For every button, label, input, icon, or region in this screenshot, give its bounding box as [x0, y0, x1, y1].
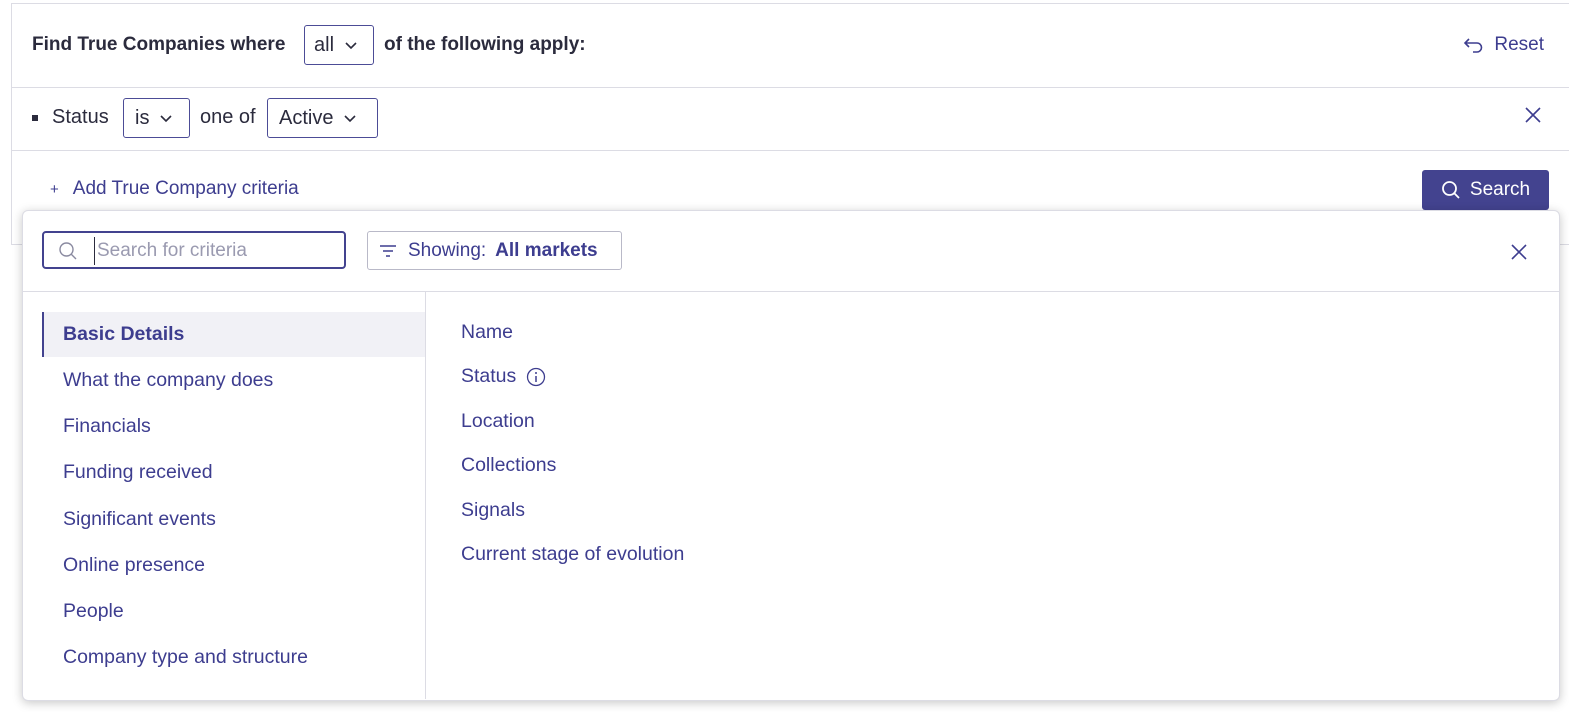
criteria-builder: Find True Companies where all of the fol…	[11, 3, 1569, 245]
criteria-picker-header: Showing: All markets	[23, 211, 1559, 292]
status-value-select[interactable]: Active	[267, 98, 378, 138]
criteria-search-field[interactable]	[42, 231, 346, 269]
search-button[interactable]: Search	[1422, 170, 1549, 210]
criteria-item-name[interactable]: Name	[461, 321, 513, 344]
category-financials[interactable]: Financials	[42, 404, 425, 449]
category-significant-events[interactable]: Significant events	[42, 497, 425, 542]
category-online-presence[interactable]: Online presence	[42, 543, 425, 588]
operator-select[interactable]: is	[123, 98, 190, 138]
filter-icon	[380, 244, 396, 257]
category-basic-details[interactable]: Basic Details	[42, 312, 425, 357]
category-what-the-company-does[interactable]: What the company does	[42, 358, 425, 403]
criteria-row-status: Status is one of Active	[12, 88, 1569, 151]
reset-label: Reset	[1494, 34, 1544, 55]
criteria-item-location[interactable]: Location	[461, 410, 535, 433]
category-funding-received[interactable]: Funding received	[42, 450, 425, 495]
close-panel-close-icon[interactable]	[1510, 243, 1528, 261]
match-mode-value: all	[314, 33, 335, 56]
category-label: Financials	[63, 415, 151, 437]
remove-criteria-close-icon[interactable]	[1524, 106, 1542, 124]
market-filter-button[interactable]: Showing: All markets	[367, 231, 622, 270]
reset-button[interactable]: Reset	[1462, 34, 1544, 56]
chevron-down-icon	[160, 115, 173, 123]
category-label: Significant events	[63, 508, 216, 530]
criteria-picker-panel: Showing: All markets Basic Details What …	[22, 210, 1560, 701]
criteria-item-label: Location	[461, 410, 535, 432]
criteria-item-current-stage-of-evolution[interactable]: Current stage of evolution	[461, 543, 684, 566]
category-label: Basic Details	[63, 323, 185, 345]
category-people[interactable]: People	[42, 589, 425, 634]
category-label: Company type and structure	[63, 646, 308, 668]
category-label: What the company does	[63, 369, 274, 391]
category-label: Funding received	[63, 461, 213, 483]
category-list: Basic Details What the company does Fina…	[23, 292, 426, 699]
info-icon[interactable]	[526, 367, 546, 387]
connector-label: one of	[200, 106, 256, 128]
search-icon	[59, 242, 77, 260]
criteria-field-label: Status	[52, 106, 109, 128]
criteria-item-label: Collections	[461, 454, 557, 476]
find-prefix-label: Find True Companies where	[32, 34, 286, 55]
category-label: People	[63, 600, 124, 622]
find-suffix-label: of the following apply:	[384, 34, 586, 55]
criteria-item-label: Status	[461, 365, 517, 387]
search-icon	[1441, 181, 1460, 199]
criteria-bullet	[32, 115, 38, 121]
filter-prefix-label: Showing:	[408, 239, 487, 261]
chevron-down-icon	[345, 42, 357, 50]
category-label: Online presence	[63, 554, 206, 576]
add-criteria-button[interactable]: + Add True Company criteria	[50, 178, 299, 200]
category-company-type-and-structure[interactable]: Company type and structure	[42, 635, 425, 680]
criteria-item-status[interactable]: Status	[461, 365, 546, 388]
criteria-item-label: Current stage of evolution	[461, 543, 685, 565]
search-button-label: Search	[1469, 179, 1531, 200]
match-row: Find True Companies where all of the fol…	[12, 4, 1569, 88]
match-mode-select[interactable]: all	[304, 25, 374, 65]
filter-value: All markets	[495, 239, 598, 261]
criteria-search-input[interactable]	[94, 237, 339, 265]
status-value: Active	[279, 106, 334, 129]
plus-icon: +	[50, 180, 59, 198]
criteria-item-collections[interactable]: Collections	[461, 454, 556, 477]
add-criteria-label: Add True Company criteria	[72, 178, 299, 199]
criteria-item-label: Name	[461, 321, 514, 343]
reset-icon	[1464, 38, 1483, 53]
criteria-item-label: Signals	[461, 499, 525, 521]
operator-value: is	[135, 106, 150, 129]
criteria-item-signals[interactable]: Signals	[461, 499, 525, 522]
chevron-down-icon	[344, 115, 357, 123]
